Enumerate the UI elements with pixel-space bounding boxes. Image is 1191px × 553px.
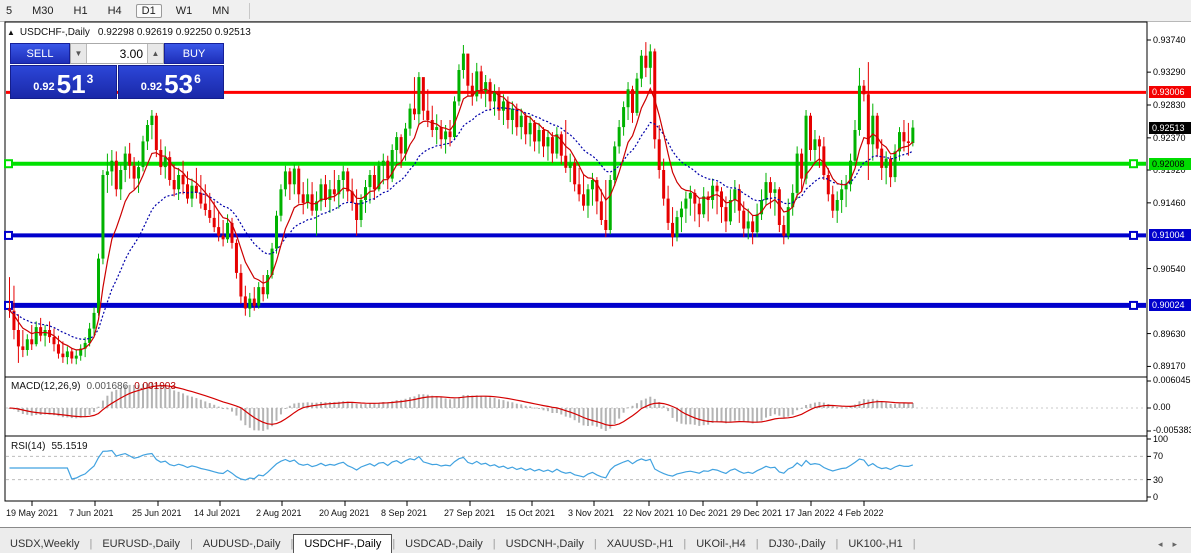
chart-symbol-label: USDCHF-,Daily bbox=[19, 27, 90, 38]
rsi-axis-tick: 100 bbox=[1153, 434, 1169, 444]
price-axis-tick: 0.89170 bbox=[1153, 361, 1186, 371]
price-axis-tick: 0.93290 bbox=[1153, 67, 1186, 77]
buy-price-sup: 6 bbox=[194, 72, 201, 86]
price-axis-tick: 0.90540 bbox=[1153, 264, 1186, 274]
rsi-value: 55.1519 bbox=[51, 441, 88, 452]
buy-price-box[interactable]: 0.92 53 6 bbox=[117, 65, 224, 99]
time-axis-label: 20 Aug 2021 bbox=[319, 508, 370, 518]
time-axis-label: 2 Aug 2021 bbox=[256, 508, 302, 518]
trading-terminal-window: 5 M30 H1 H4 D1 W1 MN ▲ USDCHF-,Daily 0.92298 0.9… bbox=[0, 0, 1191, 553]
time-axis-label: 14 Jul 2021 bbox=[194, 508, 241, 518]
time-axis-label: 29 Dec 2021 bbox=[731, 508, 783, 518]
tab-uk100-h1[interactable]: UK100-,H1 bbox=[838, 535, 912, 553]
tab-scroll-right-icon[interactable]: ▸ bbox=[1172, 539, 1177, 550]
macd-signal-value: 0.001903 bbox=[134, 381, 176, 392]
horizontal-lines-layer bbox=[4, 90, 1146, 310]
sell-price-big: 51 bbox=[56, 69, 86, 99]
price-axis-tick: 0.92830 bbox=[1153, 100, 1186, 110]
rsi-axis-tick: 30 bbox=[1153, 475, 1164, 485]
tab-xauusd-h1[interactable]: XAUUSD-,H1 bbox=[597, 535, 684, 553]
chart-title: ▲ USDCHF-,Daily 0.92298 0.92619 0.92250 0.… bbox=[7, 27, 251, 38]
collapse-triangle-icon[interactable]: ▲ bbox=[7, 28, 15, 37]
hline-handle-icon[interactable] bbox=[1129, 230, 1138, 240]
sell-price-small: 0.92 bbox=[33, 81, 55, 93]
time-axis-label: 10 Dec 2021 bbox=[677, 508, 729, 518]
volume-control: ▼ 3.00 ▲ bbox=[70, 43, 164, 64]
sell-button[interactable]: SELL bbox=[10, 43, 70, 64]
price-axis-badge: 0.92008 bbox=[1149, 158, 1191, 170]
price-axis-tick: 0.92370 bbox=[1153, 133, 1186, 143]
time-axis-label: 15 Oct 2021 bbox=[506, 508, 556, 518]
volume-input[interactable]: 3.00 bbox=[87, 44, 147, 63]
hline-handle-icon[interactable] bbox=[4, 300, 13, 310]
macd-pane bbox=[6, 382, 1146, 431]
time-axis-label: 7 Jun 2021 bbox=[69, 508, 114, 518]
sell-price-sup: 3 bbox=[86, 72, 94, 86]
buy-button[interactable]: BUY bbox=[164, 43, 224, 64]
rsi-label: RSI(14) 55.1519 bbox=[11, 441, 88, 452]
tab-usdchf-daily[interactable]: USDCHF-,Daily bbox=[293, 534, 393, 553]
rsi-line bbox=[9, 449, 914, 481]
tab-scroll-left-icon[interactable]: ◂ bbox=[1158, 539, 1163, 550]
price-axis-badge: 0.93006 bbox=[1149, 86, 1191, 98]
time-axis-label: 25 Jun 2021 bbox=[132, 508, 182, 518]
time-axis-label: 17 Jan 2022 bbox=[785, 508, 835, 518]
price-axis-tick: 0.93740 bbox=[1153, 35, 1186, 45]
time-axis-label: 27 Sep 2021 bbox=[444, 508, 496, 518]
macd-axis-tick: 0.006045 bbox=[1153, 375, 1191, 385]
macd-main-value: 0.001686 bbox=[86, 381, 129, 392]
hline-handle-icon[interactable] bbox=[1129, 300, 1138, 310]
hline-handle-icon[interactable] bbox=[1129, 159, 1138, 169]
hline-handle-icon[interactable] bbox=[4, 230, 13, 240]
hline-handle-icon[interactable] bbox=[4, 159, 13, 169]
rsi-name: RSI(14) bbox=[11, 441, 46, 452]
time-axis-label: 22 Nov 2021 bbox=[623, 508, 675, 518]
symbol-tab-bar: USDX,Weekly | EURUSD-,Daily | AUDUSD-,Daily |… bbox=[0, 527, 1191, 553]
ma-fast-line bbox=[9, 87, 914, 351]
time-axis-label: 4 Feb 2022 bbox=[838, 508, 884, 518]
price-axis-tick: 0.89630 bbox=[1153, 329, 1186, 339]
tab-usdcnh-daily[interactable]: USDCNH-,Daily bbox=[496, 535, 594, 553]
tab-usdcad-daily[interactable]: USDCAD-,Daily bbox=[395, 535, 493, 553]
time-axis-label: 8 Sep 2021 bbox=[381, 508, 428, 518]
macd-label: MACD(12,26,9) 0.001686 0.001903 bbox=[11, 381, 176, 392]
volume-increase-icon[interactable]: ▲ bbox=[147, 44, 163, 63]
tab-audusd-daily[interactable]: AUDUSD-,Daily bbox=[193, 535, 291, 553]
rsi-axis-tick: 70 bbox=[1153, 451, 1164, 461]
rsi-pane bbox=[6, 449, 1146, 481]
rsi-axis-tick: 0 bbox=[1153, 492, 1159, 502]
tab-usdx-weekly[interactable]: USDX,Weekly bbox=[0, 535, 89, 553]
one-click-trading-panel: SELL ▼ 3.00 ▲ BUY 0.92 51 3 0.92 53 6 bbox=[10, 43, 224, 99]
tab-eurusd-daily[interactable]: EURUSD-,Daily bbox=[92, 535, 190, 553]
chart-ohlc-values: 0.92298 0.92619 0.92250 0.92513 bbox=[97, 27, 251, 38]
time-axis-label: 19 May 2021 bbox=[6, 508, 59, 518]
buy-price-small: 0.92 bbox=[140, 81, 163, 93]
price-axis-badge: 0.92513 bbox=[1149, 122, 1191, 134]
price-axis-tick: 0.91460 bbox=[1153, 198, 1186, 208]
price-axis-badge: 0.90024 bbox=[1149, 299, 1191, 311]
buy-price-big: 53 bbox=[164, 69, 194, 99]
tab-scroll-nav: ◂ ▸ bbox=[1144, 535, 1191, 553]
macd-axis-tick: 0.00 bbox=[1153, 402, 1171, 412]
tab-separator: | bbox=[912, 538, 916, 550]
tab-ukoil-h4[interactable]: UKOil-,H4 bbox=[686, 535, 756, 553]
macd-name: MACD(12,26,9) bbox=[11, 381, 81, 392]
time-axis-label: 3 Nov 2021 bbox=[568, 508, 615, 518]
sell-price-box[interactable]: 0.92 51 3 bbox=[10, 65, 117, 99]
price-axis-badge: 0.91004 bbox=[1149, 229, 1191, 241]
volume-decrease-icon[interactable]: ▼ bbox=[71, 44, 87, 63]
tab-dj30-daily[interactable]: DJ30-,Daily bbox=[759, 535, 836, 553]
